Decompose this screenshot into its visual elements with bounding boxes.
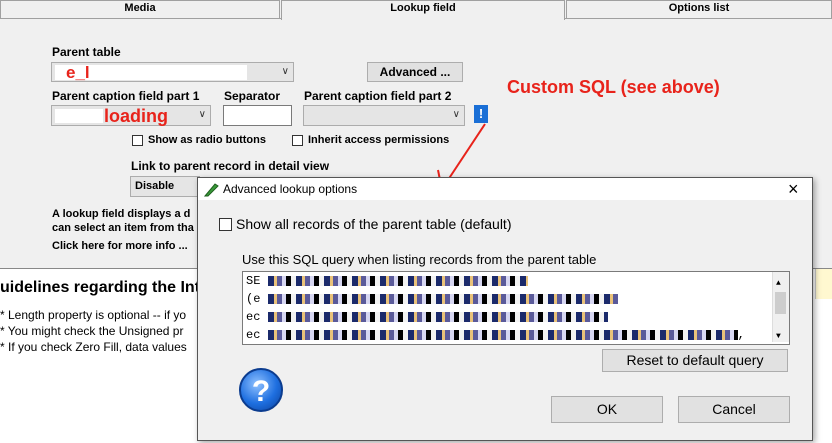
link-parent-label: Link to parent record in detail view (131, 159, 330, 173)
help-icon[interactable]: ? (239, 368, 283, 412)
show-all-records-label: Show all records of the parent table (de… (236, 216, 512, 232)
tab-bar: Media Lookup field Options list (0, 0, 832, 20)
show-as-radio-label: Show as radio buttons (148, 134, 266, 146)
dialog-titlebar: Advanced lookup options × (198, 178, 812, 200)
tab-options-list-label: Options list (668, 2, 730, 14)
ok-button[interactable]: OK (551, 396, 663, 423)
info-line-1: A lookup field displays a d (52, 208, 191, 220)
tab-options-list[interactable]: Options list (566, 0, 832, 18)
tab-media-label: Media (124, 2, 156, 14)
caption-part2-label: Parent caption field part 2 (304, 89, 452, 103)
chevron-down-icon: ∨ (198, 109, 206, 120)
sql-line-text: (e (246, 292, 261, 306)
custom-sql-annotation: Custom SQL (see above) (507, 77, 720, 97)
dialog-title: Advanced lookup options (223, 182, 358, 196)
sql-line-text: SE (246, 274, 261, 288)
show-as-radio-checkbox[interactable] (132, 135, 143, 146)
caption-part1-value: loading (104, 106, 168, 126)
sql-line: ec , (243, 326, 789, 344)
sql-query-textarea[interactable]: SE (e ec ec , ▲ ▼ (242, 271, 790, 345)
scroll-thumb[interactable] (775, 292, 786, 314)
chevron-down-icon: ∨ (281, 66, 289, 77)
sql-line: SE (243, 272, 789, 290)
list-item: * You might check the Unsigned pr (0, 324, 184, 338)
inherit-access-label: Inherit access permissions (308, 134, 450, 146)
inherit-access-checkbox[interactable] (292, 135, 303, 146)
close-icon[interactable]: × (788, 179, 799, 200)
caption-part1-label: Parent caption field part 1 (52, 89, 200, 103)
caption-part1-value-box (55, 109, 103, 123)
caption-part1-select[interactable]: loading ∨ (51, 105, 211, 126)
redacted-text (267, 311, 608, 322)
sql-line-text: ec (246, 310, 261, 324)
redacted-text (267, 293, 618, 304)
tab-lookup-field-label: Lookup field (390, 2, 456, 14)
link-parent-select[interactable]: Disable (130, 176, 200, 197)
panel-side-strip (815, 269, 832, 299)
sql-line-text: ec (246, 328, 261, 342)
parent-table-label: Parent table (52, 45, 121, 59)
advanced-lookup-dialog: Advanced lookup options × Show all recor… (197, 177, 813, 441)
scroll-down-icon[interactable]: ▼ (776, 328, 781, 344)
redacted-text (267, 275, 528, 286)
advanced-button[interactable]: Advanced ... (367, 62, 463, 82)
feather-icon (203, 183, 219, 197)
reset-default-query-button[interactable]: Reset to default query (602, 349, 788, 372)
sql-line-end: , (737, 328, 745, 342)
tab-lookup-field[interactable]: Lookup field (281, 0, 565, 20)
tab-media[interactable]: Media (0, 0, 280, 18)
sql-line: ec (243, 308, 789, 326)
show-all-records-checkbox[interactable] (219, 218, 232, 231)
parent-table-value: e_l (66, 63, 90, 82)
parent-table-select[interactable]: e_l ∨ (51, 62, 294, 82)
sql-query-label: Use this SQL query when listing records … (242, 252, 597, 267)
sql-line: (e (243, 290, 789, 308)
sql-scrollbar[interactable]: ▲ ▼ (772, 272, 789, 342)
separator-label: Separator (224, 89, 281, 103)
list-item: * Length property is optional -- if yo (0, 308, 187, 322)
guidelines-list: * Length property is optional -- if yo *… (0, 307, 187, 355)
cancel-button[interactable]: Cancel (678, 396, 790, 423)
info-line-2: can select an item from tha (52, 222, 194, 234)
list-item: * If you check Zero Fill, data values (0, 340, 187, 354)
redacted-text (267, 329, 738, 340)
scroll-up-icon[interactable]: ▲ (776, 275, 781, 293)
more-info-link[interactable]: Click here for more info ... (52, 240, 188, 252)
separator-input[interactable] (223, 105, 292, 126)
link-parent-value: Disable (135, 180, 175, 192)
guidelines-title: uidelines regarding the Int (0, 279, 201, 296)
